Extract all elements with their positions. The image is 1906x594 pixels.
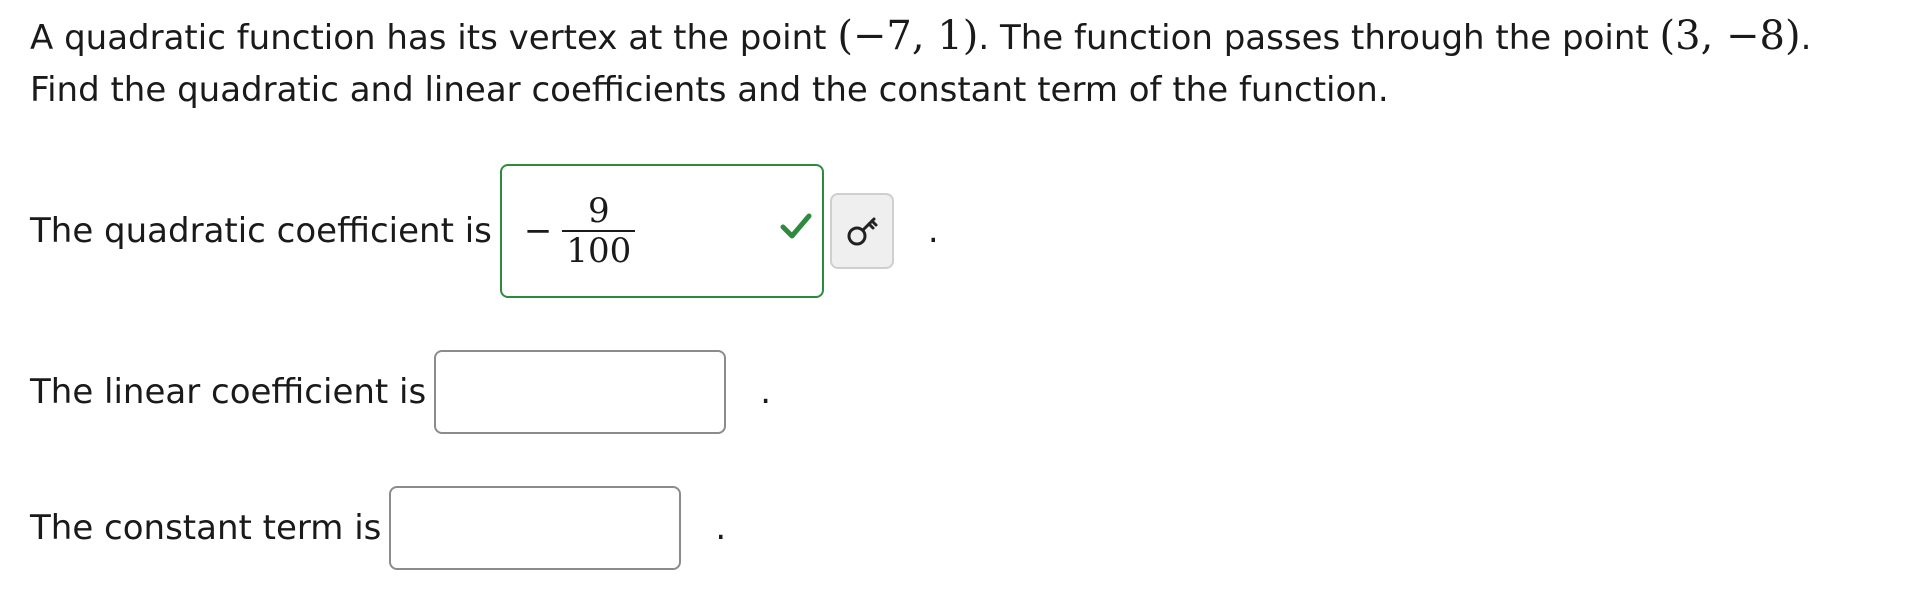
key-icon <box>847 217 878 246</box>
answer-fraction: 9 100 <box>562 191 636 271</box>
quadratic-answer-box[interactable]: − 9 100 <box>499 164 824 298</box>
problem-text-b: . The function passes through the point <box>978 18 1660 58</box>
quadratic-row: The quadratic coefficient is − 9 100 . <box>30 164 939 298</box>
given-point: (3, −8) <box>1659 13 1801 59</box>
constant-trailing-period: . <box>715 508 727 548</box>
checkmark-icon <box>780 213 812 239</box>
problem-text-c: . <box>1800 18 1812 58</box>
quadratic-answer-value: − 9 100 <box>523 191 636 271</box>
constant-answer-input[interactable] <box>389 486 682 570</box>
problem-statement: A quadratic function has its vertex at t… <box>30 10 1890 116</box>
linear-answer-input[interactable] <box>434 350 727 434</box>
problem-line-1: A quadratic function has its vertex at t… <box>30 10 1890 64</box>
answer-sign: − <box>523 211 553 251</box>
fraction-numerator: 9 <box>588 191 610 231</box>
fraction-denominator: 100 <box>566 231 632 271</box>
linear-trailing-period: . <box>760 372 772 412</box>
quadratic-trailing-period: . <box>927 211 939 251</box>
linear-row: The linear coefficient is . <box>30 350 771 434</box>
problem-line-2: Find the quadratic and linear coefficien… <box>30 70 1389 110</box>
problem-text-a: A quadratic function has its vertex at t… <box>30 18 838 58</box>
vertex-point: (−7, 1) <box>837 13 979 59</box>
constant-row: The constant term is . <box>30 486 726 570</box>
quadratic-label: The quadratic coefficient is <box>30 211 492 251</box>
linear-label: The linear coefficient is <box>30 372 427 412</box>
constant-label: The constant term is <box>30 508 382 548</box>
answer-key-button[interactable] <box>829 193 894 269</box>
